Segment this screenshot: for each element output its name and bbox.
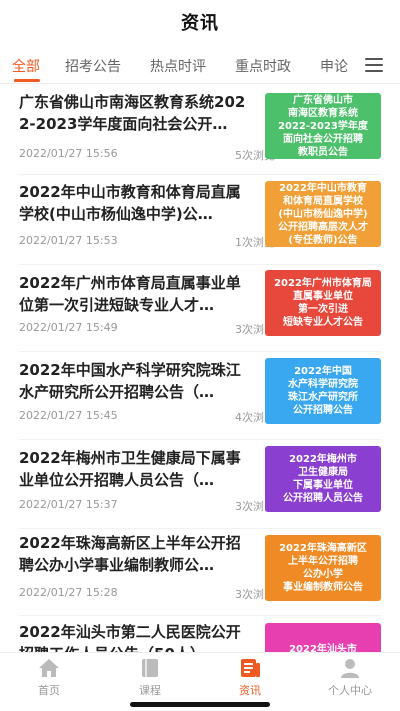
article-title: 2022年中山市教育和体育局直属学校(中山市杨仙逸中学)公… [19,183,241,223]
article-thumbnail: 2022年汕头市 第二人民医院 [265,623,381,652]
article-date: 2022/01/27 15:28 [19,586,118,599]
list-item[interactable]: 2022年珠海高新区上半年公开招聘公办小学事业编制教师公… 2022/01/27… [0,530,400,618]
tab-essay[interactable]: 申论 [320,56,348,76]
article-title: 2022年汕头市第二人民医院公开招聘工作人员公告（50人） [19,623,241,652]
article-title: 2022年广州市体育局直属事业单位第一次引进短缺专业人才… [19,274,241,314]
tabbar-label: 首页 [38,684,60,697]
article-title: 2022年中国水产科学研究院珠江水产研究所公开招聘公告（… [19,361,241,401]
list-item[interactable]: 2022年中国水产科学研究院珠江水产研究所公开招聘公告（… 2022/01/27… [0,353,400,441]
page-title: 资讯 [181,13,219,34]
tabbar-profile[interactable]: 个人中心 [315,657,385,701]
tabbar-courses[interactable]: 课程 [115,657,185,701]
article-title: 2022年梅州市卫生健康局下属事业单位公开招聘人员公告（… [19,449,241,489]
tabbar-label: 个人中心 [328,684,372,697]
article-thumbnail: 2022年广州市体育局 直属事业单位 第一次引进 短缺专业人才公告 [265,270,381,336]
tabbar-home[interactable]: 首页 [14,657,84,701]
tab-key-politics[interactable]: 重点时政 [235,56,291,76]
article-thumbnail: 2022年梅州市 卫生健康局 下属事业单位 公开招聘人员公告 [265,446,381,512]
person-icon [338,657,362,679]
article-date: 2022/01/27 15:53 [19,234,118,247]
tabbar-label: 课程 [139,684,161,697]
category-tabs: 全部 招考公告 热点时评 重点时政 申论 [0,48,400,84]
article-thumbnail: 2022年珠海高新区 上半年公开招聘 公办小学 事业编制教师公告 [265,535,381,601]
menu-icon[interactable] [365,58,383,74]
article-date: 2022/01/27 15:37 [19,498,118,511]
tabbar-label: 资讯 [239,684,261,697]
article-list[interactable]: 广东省佛山市南海区教育系统2022-2023学年度面向社会公开… 2022/01… [0,85,400,652]
list-item[interactable]: 2022年中山市教育和体育局直属学校(中山市杨仙逸中学)公… 2022/01/2… [0,176,400,264]
article-thumbnail: 广东省佛山市 南海区教育系统 2022-2023学年度 面向社会公开招聘 教职员… [265,93,381,159]
home-indicator [130,702,270,707]
article-title: 广东省佛山市南海区教育系统2022-2023学年度面向社会公开… [19,93,246,133]
article-date: 2022/01/27 15:49 [19,321,118,334]
news-icon [238,657,262,679]
list-item[interactable]: 2022年梅州市卫生健康局下属事业单位公开招聘人员公告（… 2022/01/27… [0,441,400,529]
tab-exam-notices[interactable]: 招考公告 [65,56,121,76]
list-item[interactable]: 2022年汕头市第二人民医院公开招聘工作人员公告（50人） 2022年汕头市 第… [0,617,400,652]
tab-hot-commentary[interactable]: 热点时评 [150,56,206,76]
article-date: 2022/01/27 15:45 [19,409,118,422]
book-icon [138,657,162,679]
list-item[interactable]: 广东省佛山市南海区教育系统2022-2023学年度面向社会公开… 2022/01… [0,85,400,173]
article-date: 2022/01/27 15:56 [19,147,118,160]
list-item[interactable]: 2022年广州市体育局直属事业单位第一次引进短缺专业人才… 2022/01/27… [0,265,400,353]
bottom-tab-bar: 首页 课程 资讯 个人中心 [0,652,400,700]
tab-all[interactable]: 全部 [12,56,40,76]
top-bar: 资讯 [0,0,400,44]
home-icon [37,657,61,679]
active-tab-indicator [14,79,40,82]
article-title: 2022年珠海高新区上半年公开招聘公办小学事业编制教师公… [19,534,241,574]
article-thumbnail: 2022年中国 水产科学研究院 珠江水产研究所 公开招聘公告 [265,358,381,424]
article-thumbnail: 2022年中山市教育 和体育局直属学校 (中山市杨仙逸中学) 公开招聘高层次人才… [265,181,381,247]
tabbar-news[interactable]: 资讯 [215,657,285,701]
